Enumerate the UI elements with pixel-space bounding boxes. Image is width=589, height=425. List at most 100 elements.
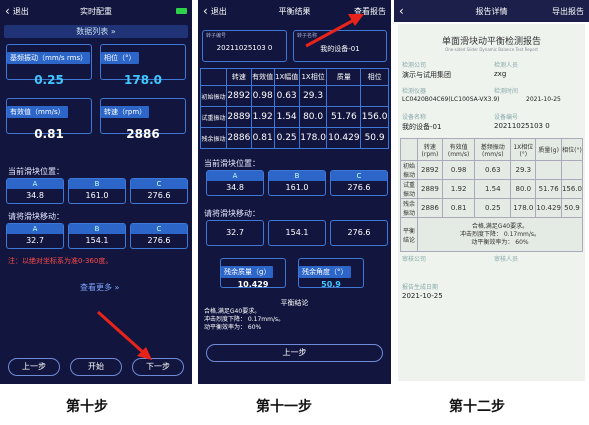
back-button[interactable]: ‹ — [399, 5, 404, 17]
table-cell: 50.9 — [360, 127, 389, 149]
label-device-name: 设备名称 — [402, 114, 427, 121]
slider-value: 154.1 — [285, 228, 309, 237]
row-label: 试重振动 — [200, 106, 227, 128]
device-name-value: 我的设备-01 — [402, 123, 442, 131]
field-label: 转子名称 — [297, 33, 318, 39]
move-values: 32.7 154.1 276.6 — [206, 220, 388, 246]
top-bar: ‹ 退出 平衡结果 查看报告 — [198, 0, 391, 22]
table-cell: 0.25 — [474, 198, 512, 218]
slider-value: 34.8 — [226, 183, 244, 192]
chevron-left-icon: ‹ — [5, 4, 10, 18]
field-label: 转子编号 — [206, 33, 227, 39]
row-label: 试重振动 — [400, 179, 418, 199]
table-cell: 0.81 — [250, 127, 275, 149]
table-cell: 80.0 — [298, 106, 328, 128]
header-cell: 1X相位(°) — [510, 138, 537, 161]
slider-label: B — [269, 171, 325, 181]
move-title: 请将滑块移动： — [8, 212, 64, 221]
panel-balance-result: ‹ 退出 平衡结果 查看报告 转子编号 20211025103 0 转子名称 我… — [198, 0, 391, 384]
conclusion-line: 动平衡效率为： 60% — [204, 324, 262, 331]
label-person: 检测人员 — [494, 62, 519, 69]
device-no-value: 20211025103 0 — [494, 122, 550, 130]
metric-effective: 有效值（mm/s） 0.81 — [6, 98, 92, 141]
header-cell — [400, 138, 418, 161]
slider-b: B 161.0 — [68, 178, 126, 204]
header-cell: 有效值(mm/s) — [441, 138, 476, 161]
metric-value: 0.25 — [34, 73, 64, 87]
table-cell: 0.98 — [441, 160, 476, 180]
prev-button[interactable]: 上一步 — [206, 344, 383, 362]
table-cell: 10.429 — [535, 198, 562, 218]
slider-label: A — [7, 224, 63, 234]
slider-value: 276.6 — [147, 191, 171, 200]
slider-label: C — [331, 171, 387, 181]
label-audit-company: 审核公司 — [402, 256, 427, 263]
row-label: 残余振动 — [200, 127, 227, 149]
table-cell: 51.76 — [535, 179, 562, 199]
residual-angle-value: 50.9 — [321, 280, 341, 289]
slider-a: A 34.8 — [206, 170, 264, 196]
table-cell: 2886 — [225, 127, 252, 149]
conclusion-title: 平衡结论 — [280, 299, 309, 307]
slider-value: 161.0 — [285, 183, 309, 192]
conclusion-cell: 合格,满足G40要求。 冲击烈度下降： 0.17mm/s。 动平衡效率为： 60… — [416, 217, 584, 252]
slider-label: A — [207, 171, 263, 181]
person-value: zxg — [494, 70, 507, 78]
table-cell: 0.63 — [474, 160, 512, 180]
back-button[interactable]: ‹ 退出 — [5, 5, 29, 17]
slider-a: A 34.8 — [6, 178, 64, 204]
conclusion-line: 合格,满足G40要求。 — [204, 308, 261, 315]
move-c: 276.6 — [330, 220, 388, 246]
move-b: 154.1 — [268, 220, 326, 246]
table-cell: 10.429 — [326, 127, 362, 149]
slider-c: C 276.6 — [330, 170, 388, 196]
back-button[interactable]: ‹ 退出 — [203, 5, 227, 17]
panel-realtime-weight: ‹ 退出 实时配重 数据列表 » 基频振动（mm/s rms） 0.25 相位（… — [0, 0, 192, 384]
prev-button[interactable]: 上一步 — [8, 358, 60, 376]
slider-value: 276.6 — [347, 183, 371, 192]
move-c: C 276.6 — [130, 223, 188, 249]
metric-label: 基频振动（mm/s rms） — [7, 52, 91, 64]
chevron-down-icon: » — [114, 283, 120, 292]
chevron-left-icon: ‹ — [399, 4, 404, 18]
data-list-toggle[interactable]: 数据列表 » — [4, 25, 188, 38]
panel-report-detail: ‹ 报告详情 导出报告 单面滑块动平衡检测报告 One-sided Slider… — [394, 0, 589, 384]
slider-b: B 161.0 — [268, 170, 326, 196]
metric-phase: 相位（°） 178.0 — [100, 44, 186, 87]
table-cell: 2892 — [416, 160, 443, 180]
slider-label: C — [131, 224, 187, 234]
view-more-link[interactable]: 查看更多 » — [80, 282, 119, 293]
table-cell: 2886 — [416, 198, 443, 218]
conclusion-row: 平衡结论 合格,满足G40要求。 冲击烈度下降： 0.17mm/s。 动平衡效率… — [400, 217, 584, 252]
table-cell — [360, 85, 389, 107]
top-bar: ‹ 退出 实时配重 — [0, 0, 192, 22]
table-cell: 51.76 — [326, 106, 362, 128]
view-report-button[interactable]: 查看报告 — [354, 6, 386, 17]
table-cell: 0.81 — [441, 198, 476, 218]
slider-value: 32.7 — [26, 236, 44, 245]
metric-label: 相位（°） — [101, 52, 139, 64]
table-cell: 0.98 — [250, 85, 275, 107]
label-time: 检测时间 — [494, 88, 519, 95]
table-cell — [560, 160, 584, 180]
metric-label: 有效值（mm/s） — [7, 106, 68, 118]
label-report-date: 报告生成日期 — [402, 284, 439, 291]
header-cell: 基频振动(mm/s) — [474, 138, 512, 161]
slider-value: 34.8 — [26, 191, 44, 200]
table-row: 试重振动 2889 1.92 1.54 80.0 51.76 156.0 — [200, 106, 389, 128]
table-cell: 178.0 — [298, 127, 328, 149]
chevron-down-icon: » — [110, 27, 116, 36]
header-cell: 质量(g) — [535, 138, 562, 161]
next-button[interactable]: 下一步 — [132, 358, 184, 376]
instrument-value: LC0420B04C69(LC100SA-VX3.9) — [402, 96, 500, 103]
export-report-button[interactable]: 导出报告 — [552, 6, 584, 17]
residual-mass: 残余质量（g） 10.429 — [220, 258, 286, 289]
residual-angle: 残余角度（°） 50.9 — [298, 258, 364, 289]
header-cell — [200, 68, 227, 86]
start-button[interactable]: 开始 — [70, 358, 122, 376]
conclusion-line: 冲击烈度下降： 0.17mm/s。 — [204, 316, 285, 323]
row-label: 初始振动 — [200, 85, 227, 107]
table-row: 残余振动 2886 0.81 0.25 178.0 10.429 50.9 — [200, 127, 389, 149]
coordinate-note: 注：以绝对坐标系为准0-360度。 — [8, 257, 113, 265]
step-label-10: 第十步 — [66, 399, 108, 415]
